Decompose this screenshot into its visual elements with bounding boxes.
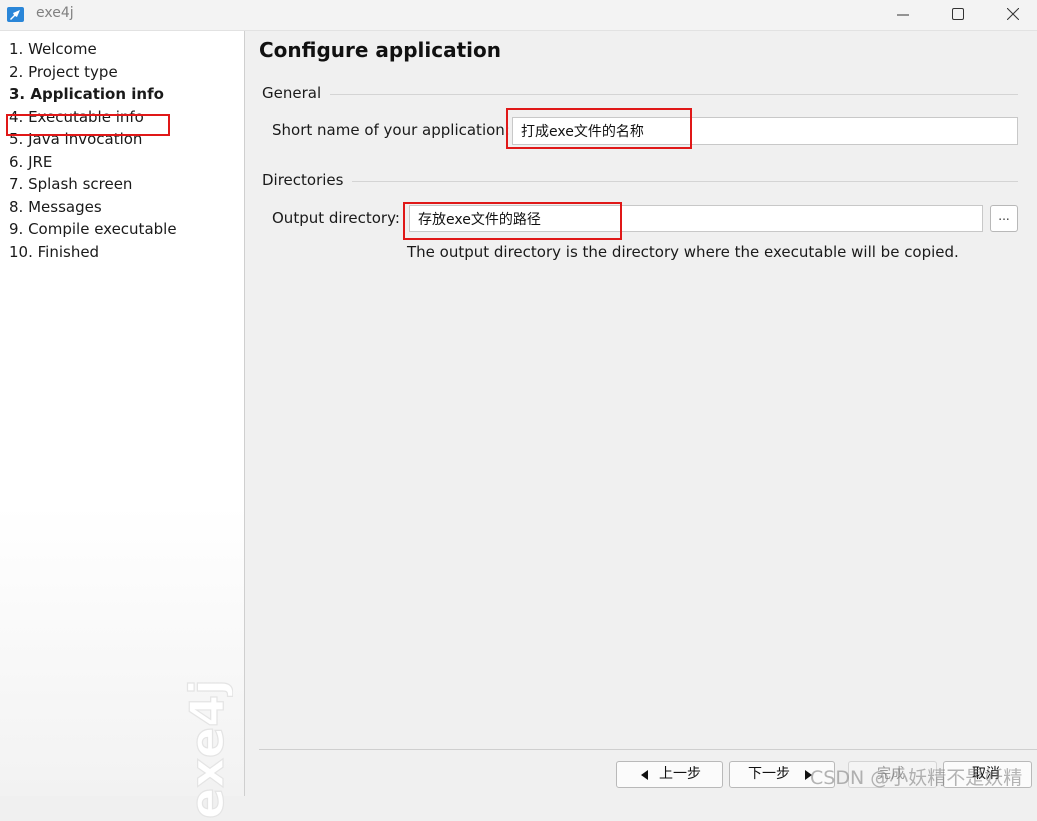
step-splash-screen[interactable]: 7. Splash screen [9, 174, 177, 197]
close-icon [1007, 8, 1019, 20]
step-application-info[interactable]: 3. Application info [9, 84, 177, 107]
exe4j-app-icon [7, 7, 24, 22]
step-finished[interactable]: 10. Finished [9, 242, 177, 265]
browse-directory-button[interactable]: ... [990, 205, 1018, 232]
arrow-right-icon [805, 770, 812, 780]
exe4j-logo-text: exe4j [183, 681, 233, 819]
window-title: exe4j [36, 5, 74, 21]
step-messages[interactable]: 8. Messages [9, 197, 177, 220]
finish-button-label: 完成 [877, 766, 905, 782]
page-title: Configure application [259, 38, 502, 62]
back-button-label: 上一步 [659, 766, 701, 782]
general-section-label: General [262, 84, 322, 102]
general-separator [330, 94, 1018, 95]
exe4j-watermark-logo: exe4j [183, 681, 233, 820]
finish-button[interactable]: 完成 [848, 761, 937, 788]
cancel-button-label: 取消 [972, 766, 1000, 782]
cancel-button[interactable]: 取消 [943, 761, 1032, 788]
maximize-button[interactable] [935, 0, 981, 30]
step-welcome[interactable]: 1. Welcome [9, 39, 177, 62]
active-step-highlight [6, 114, 170, 136]
short-name-label: Short name of your application: [272, 121, 510, 139]
output-directory-help-text: The output directory is the directory wh… [407, 243, 959, 261]
maximize-icon [952, 8, 964, 20]
next-button[interactable]: 下一步 [729, 761, 835, 788]
directories-section-label: Directories [262, 171, 344, 189]
footer-separator [259, 749, 1037, 750]
wizard-steps-sidebar: 1. Welcome 2. Project type 3. Applicatio… [0, 31, 245, 820]
directories-separator [352, 181, 1018, 182]
step-jre[interactable]: 6. JRE [9, 152, 177, 175]
short-name-input[interactable] [512, 117, 1018, 145]
minimize-icon [897, 14, 909, 16]
arrow-left-icon [641, 770, 648, 780]
title-bar: exe4j [0, 0, 1037, 31]
output-directory-input[interactable] [409, 205, 983, 232]
step-compile-executable[interactable]: 9. Compile executable [9, 219, 177, 242]
next-button-label: 下一步 [748, 766, 790, 782]
steps-list: 1. Welcome 2. Project type 3. Applicatio… [9, 39, 177, 264]
output-directory-label: Output directory: [272, 209, 400, 227]
step-project-type[interactable]: 2. Project type [9, 62, 177, 85]
minimize-button[interactable] [880, 0, 926, 30]
close-button[interactable] [990, 0, 1036, 30]
back-button[interactable]: 上一步 [616, 761, 723, 788]
